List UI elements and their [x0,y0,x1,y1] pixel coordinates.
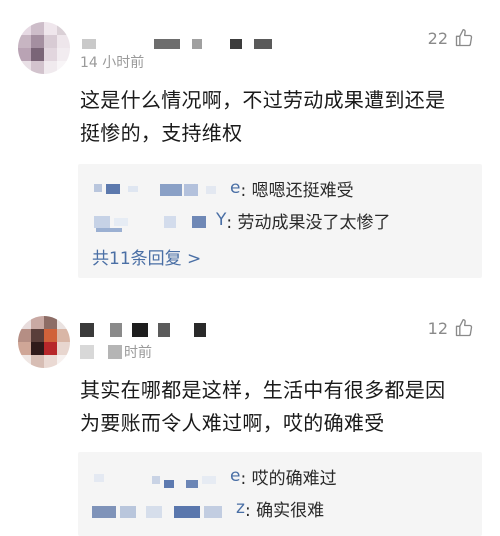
reply-text: : 劳动成果没了太惨了 [226,212,391,233]
comment-text-line: 这是什么情况啊，不过劳动成果遭到还是 [80,88,446,112]
like-count: 22 [427,28,448,48]
reply-username-redacted [92,496,236,520]
reply-text: : 嗯嗯还挺难受 [240,180,354,201]
reply-text: : 确实很难 [244,500,325,521]
comment-item: 14 小时前 22 这是什么情况啊，不过劳动成果遭到还是 挺惨的，支持维权 e … [0,0,500,296]
thumb-up-icon [455,29,473,47]
timestamp: 时前 [124,345,152,361]
reply-box: e : 哎的确难过 z : 确实很难 [78,452,482,536]
avatar[interactable] [18,22,70,74]
reply-username-redacted [92,176,230,200]
reply-username-redacted [92,208,216,232]
view-more-replies-link[interactable]: 共11条回复 > [92,244,201,269]
reply-name-tail: e [230,178,241,198]
reply-name-tail: z [236,498,245,518]
username-redacted[interactable] [82,36,272,52]
reply-name-tail: Y [216,210,227,230]
avatar[interactable] [18,316,70,368]
comment-text: 其实在哪都是这样，生活中有很多都是因 为要账而令人难过啊，哎的确难受 [80,374,482,440]
comment-item: 时前 12 其实在哪都是这样，生活中有很多都是因 为要账而令人难过啊，哎的确难受… [0,296,500,536]
username-redacted[interactable] [80,322,206,338]
comment-text-line: 其实在哪都是这样，生活中有很多都是因 [80,378,446,402]
reply-name-tail: e [230,466,241,486]
comment-text-line: 为要账而令人难过啊，哎的确难受 [80,411,385,435]
comment-text: 这是什么情况啊，不过劳动成果遭到还是 挺惨的，支持维权 [80,84,482,150]
reply-item[interactable]: e : 哎的确难过 [92,462,337,490]
reply-item[interactable]: Y : 劳动成果没了太惨了 [92,206,391,234]
reply-item[interactable]: e : 嗯嗯还挺难受 [92,174,354,202]
timestamp: 14 小时前 [80,55,145,71]
reply-username-redacted [92,464,230,488]
reply-item[interactable]: z : 确实很难 [92,494,324,522]
timestamp-row: 时前 [80,344,152,361]
reply-box: e : 嗯嗯还挺难受 Y : 劳动成果没了太惨了 共11条回复 > [78,164,482,278]
like-button[interactable]: 22 [428,28,474,48]
like-count: 12 [427,318,448,338]
comment-text-line: 挺惨的，支持维权 [80,121,243,145]
reply-text: : 哎的确难过 [240,468,337,489]
thumb-up-icon [455,319,473,337]
like-button[interactable]: 12 [428,318,474,338]
